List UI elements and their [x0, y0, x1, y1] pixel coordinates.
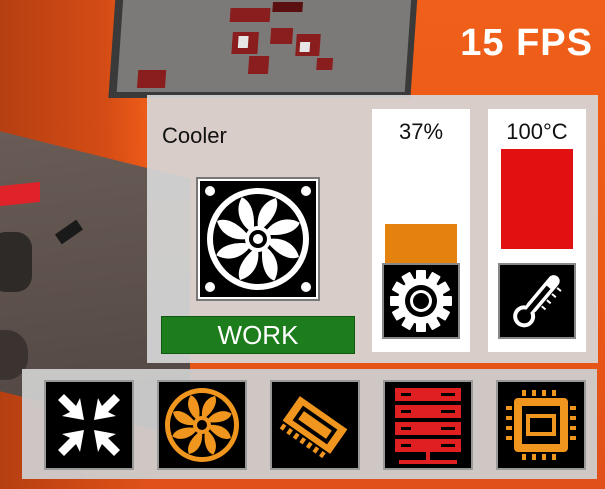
gear-icon[interactable]: [382, 263, 460, 339]
fps-counter: 15 FPS: [460, 22, 593, 64]
cooler-panel: Cooler WORK 37% 100°C: [147, 95, 598, 363]
memory-chip-icon[interactable]: [270, 380, 360, 470]
monitor-screen: [116, 0, 412, 92]
player-character: [0, 232, 32, 292]
collapse-icon[interactable]: [44, 380, 134, 470]
cpu-icon[interactable]: [496, 380, 586, 470]
thermometer-icon[interactable]: [498, 263, 576, 339]
panel-title: Cooler: [162, 123, 227, 148]
power-percent-label: 37%: [398, 119, 444, 144]
red-box: [0, 181, 40, 207]
power-bar-fill: [385, 223, 457, 265]
power-bar-track: [385, 153, 457, 265]
device-toolbar: [22, 369, 597, 479]
fan-icon: [196, 177, 320, 301]
fan-icon[interactable]: [157, 380, 247, 470]
temperature-meter: 100°C: [488, 109, 586, 352]
power-meter: 37%: [372, 109, 470, 352]
server-rack-icon[interactable]: [383, 380, 473, 470]
work-status-button[interactable]: WORK: [161, 316, 355, 354]
temperature-label: 100°C: [506, 119, 568, 144]
temperature-bar-track: [501, 149, 573, 249]
temperature-bar-fill: [501, 149, 573, 249]
